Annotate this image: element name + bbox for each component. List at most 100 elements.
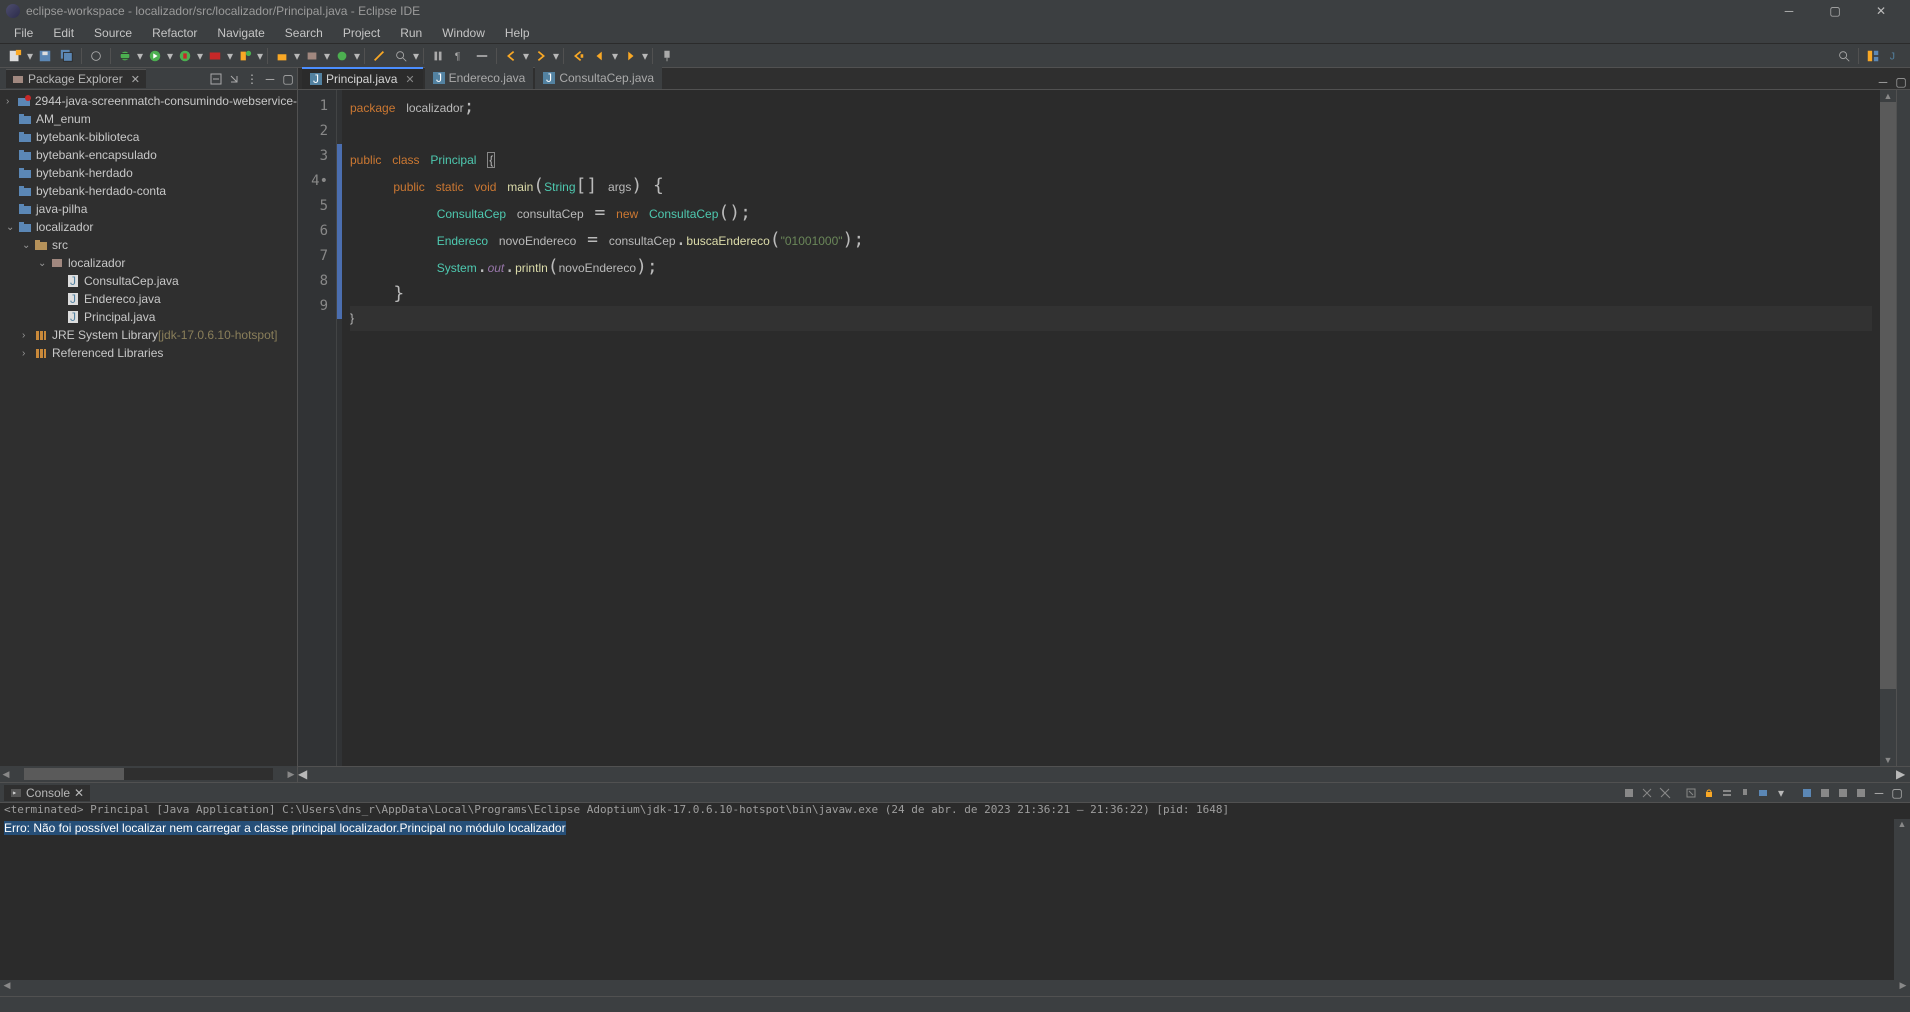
collapse-all-button[interactable]	[207, 70, 225, 88]
link-editor-button[interactable]	[225, 70, 243, 88]
open-type-button[interactable]	[86, 46, 106, 66]
save-all-button[interactable]	[57, 46, 77, 66]
menu-file[interactable]: File	[4, 24, 43, 42]
view-menu-button[interactable]: ⋮	[243, 70, 261, 88]
console-tab[interactable]: Console ✕	[4, 785, 90, 801]
remove-all-button[interactable]	[1656, 785, 1674, 801]
remove-launch-button[interactable]	[1638, 785, 1656, 801]
new-class-button[interactable]	[332, 46, 352, 66]
menu-search[interactable]: Search	[275, 24, 333, 42]
run-last-button[interactable]	[205, 46, 225, 66]
console-btn-d[interactable]	[1852, 785, 1870, 801]
minimize-view-button[interactable]: ─	[261, 70, 279, 88]
scroll-lock-button[interactable]	[1700, 785, 1718, 801]
search2-button[interactable]	[391, 46, 411, 66]
sidebar-hscroll[interactable]: ◀▶	[0, 766, 297, 782]
tree-item[interactable]: java-pilha	[0, 200, 297, 218]
forward-button[interactable]	[620, 46, 640, 66]
console-maximize-button[interactable]: ▢	[1888, 785, 1906, 801]
console-btn-c[interactable]	[1834, 785, 1852, 801]
code-body[interactable]: package localizador; public class Princi…	[342, 90, 1880, 766]
tree-item[interactable]: ⌄localizador	[0, 218, 297, 236]
tree-item[interactable]: JPrincipal.java	[0, 308, 297, 326]
run-button[interactable]	[145, 46, 165, 66]
wand-button[interactable]	[369, 46, 389, 66]
package-explorer-tab[interactable]: Package Explorer ✕	[6, 69, 146, 88]
debug-dropdown[interactable]: ▾	[136, 49, 144, 63]
tree-item[interactable]: ›2944-java-screenmatch-consumindo-webser…	[0, 92, 297, 110]
pin-button[interactable]	[657, 46, 677, 66]
ext-tools-dropdown[interactable]: ▾	[256, 49, 264, 63]
tab-principal[interactable]: J Principal.java ✕	[302, 67, 423, 89]
close-tab-icon[interactable]: ✕	[405, 73, 414, 86]
maximize-button[interactable]: ▢	[1812, 0, 1858, 22]
tab-consultacep[interactable]: J ConsultaCep.java	[535, 67, 662, 89]
tree-item[interactable]: bytebank-herdado-conta	[0, 182, 297, 200]
new-pkg-button[interactable]	[302, 46, 322, 66]
menu-window[interactable]: Window	[432, 24, 495, 42]
tree-item[interactable]: bytebank-herdado	[0, 164, 297, 182]
tree-item[interactable]: ›JRE System Library [jdk-17.0.6.10-hotsp…	[0, 326, 297, 344]
new-button[interactable]	[5, 46, 25, 66]
tree-item[interactable]: AM_enum	[0, 110, 297, 128]
minimize-button[interactable]: ─	[1766, 0, 1812, 22]
tree-item[interactable]: JEndereco.java	[0, 290, 297, 308]
menu-run[interactable]: Run	[390, 24, 432, 42]
toggle-ws-button[interactable]	[472, 46, 492, 66]
menu-project[interactable]: Project	[333, 24, 390, 42]
code-editor[interactable]: 1234•56789 package localiz	[298, 90, 1910, 766]
editor-vscroll[interactable]: ▲▼	[1880, 90, 1896, 766]
overview-ruler[interactable]	[1896, 90, 1910, 766]
java-perspective-button[interactable]: J	[1885, 46, 1905, 66]
toggle-block-button[interactable]: ¶	[450, 46, 470, 66]
tree-item[interactable]: bytebank-encapsulado	[0, 146, 297, 164]
new-java-button[interactable]	[272, 46, 292, 66]
open-console-button[interactable]: ▾	[1772, 785, 1790, 801]
close-console-icon[interactable]: ✕	[74, 786, 84, 800]
debug-button[interactable]	[115, 46, 135, 66]
word-wrap-button[interactable]	[1718, 785, 1736, 801]
terminate-button[interactable]	[1620, 785, 1638, 801]
search-toolbar-button[interactable]	[1834, 46, 1854, 66]
toggle-mark-button[interactable]	[428, 46, 448, 66]
editor-maximize-button[interactable]: ▢	[1894, 75, 1908, 89]
last-edit-button[interactable]	[568, 46, 588, 66]
editor-minimize-button[interactable]: ─	[1876, 75, 1890, 89]
pin-console-button[interactable]	[1736, 785, 1754, 801]
run-last-dropdown[interactable]: ▾	[226, 49, 234, 63]
project-tree[interactable]: ›2944-java-screenmatch-consumindo-webser…	[0, 90, 297, 766]
run-dropdown[interactable]: ▾	[166, 49, 174, 63]
console-vscroll[interactable]: ▲	[1894, 819, 1910, 980]
coverage-dropdown[interactable]: ▾	[196, 49, 204, 63]
console-btn-b[interactable]	[1816, 785, 1834, 801]
clear-console-button[interactable]	[1682, 785, 1700, 801]
prev-annotation-button[interactable]	[501, 46, 521, 66]
ext-tools-button[interactable]	[235, 46, 255, 66]
tab-endereco[interactable]: J Endereco.java	[425, 67, 534, 89]
new-dropdown[interactable]: ▾	[26, 49, 34, 63]
next-annotation-button[interactable]	[531, 46, 551, 66]
tree-item[interactable]: ⌄src	[0, 236, 297, 254]
editor-hscroll[interactable]: ◀▶	[298, 766, 1910, 782]
perspective-button[interactable]	[1863, 46, 1883, 66]
close-button[interactable]: ✕	[1858, 0, 1904, 22]
hscroll-thumb[interactable]	[24, 768, 124, 780]
tree-item[interactable]: JConsultaCep.java	[0, 272, 297, 290]
coverage-button[interactable]	[175, 46, 195, 66]
menu-source[interactable]: Source	[84, 24, 142, 42]
menu-navigate[interactable]: Navigate	[207, 24, 274, 42]
console-hscroll[interactable]: ◀▶	[0, 980, 1910, 996]
save-button[interactable]	[35, 46, 55, 66]
close-view-icon[interactable]: ✕	[131, 73, 140, 86]
tree-item[interactable]: bytebank-biblioteca	[0, 128, 297, 146]
menu-help[interactable]: Help	[495, 24, 540, 42]
display-button[interactable]	[1754, 785, 1772, 801]
menu-refactor[interactable]: Refactor	[142, 24, 207, 42]
console-btn-a[interactable]	[1798, 785, 1816, 801]
maximize-view-button[interactable]: ▢	[279, 70, 297, 88]
console-output[interactable]: Erro: Não foi possível localizar nem car…	[0, 819, 1894, 980]
tree-item[interactable]: ⌄localizador	[0, 254, 297, 272]
console-minimize-button[interactable]: ─	[1870, 785, 1888, 801]
back-button[interactable]	[590, 46, 610, 66]
menu-edit[interactable]: Edit	[43, 24, 84, 42]
